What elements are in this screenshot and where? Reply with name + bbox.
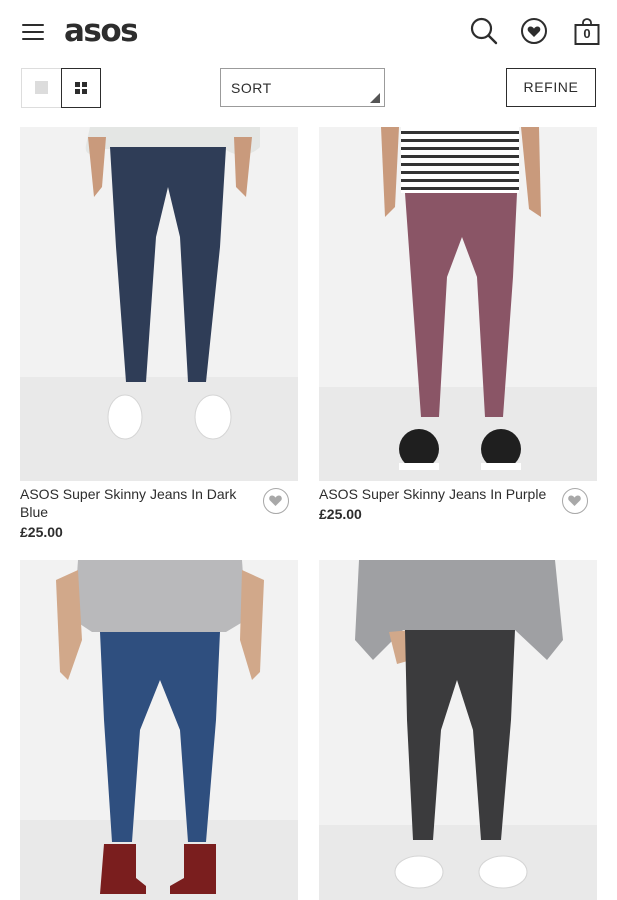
product-image[interactable] (20, 560, 298, 900)
grid-view-button[interactable] (61, 68, 101, 108)
search-icon[interactable] (469, 16, 499, 46)
sort-dropdown[interactable]: SORT (220, 68, 385, 107)
product-card[interactable]: ASOS Super Skinny Jeans In Dark Blue £25… (20, 127, 298, 547)
save-for-later-button[interactable] (263, 488, 289, 514)
view-toggle (21, 68, 101, 108)
sort-label: SORT (231, 80, 272, 96)
bag-icon[interactable]: 0 (572, 16, 602, 46)
single-view-icon (35, 81, 48, 94)
product-image[interactable] (20, 127, 298, 481)
product-title[interactable]: ASOS Super Skinny Jeans In Dark Blue (20, 485, 252, 521)
save-for-later-button[interactable] (562, 488, 588, 514)
product-card[interactable] (319, 560, 597, 900)
single-view-button[interactable] (22, 69, 61, 107)
toolbar: SORT REFINE (0, 62, 617, 122)
product-card[interactable] (20, 560, 298, 900)
heart-icon (568, 495, 581, 506)
product-image[interactable] (319, 127, 597, 481)
product-price: £25.00 (20, 524, 63, 540)
dropdown-corner-icon (370, 93, 380, 103)
app-header: asos 0 (0, 0, 617, 62)
product-title[interactable]: ASOS Super Skinny Jeans In Purple (319, 485, 551, 503)
asos-logo[interactable]: asos (64, 11, 139, 51)
bag-count: 0 (583, 26, 591, 41)
product-price: £25.00 (319, 506, 362, 522)
product-image[interactable] (319, 560, 597, 900)
refine-button[interactable]: REFINE (506, 68, 596, 107)
product-card[interactable]: ASOS Super Skinny Jeans In Purple £25.00 (319, 127, 597, 547)
saved-items-icon[interactable] (519, 16, 549, 46)
menu-icon[interactable] (22, 24, 44, 40)
heart-icon (269, 495, 282, 506)
